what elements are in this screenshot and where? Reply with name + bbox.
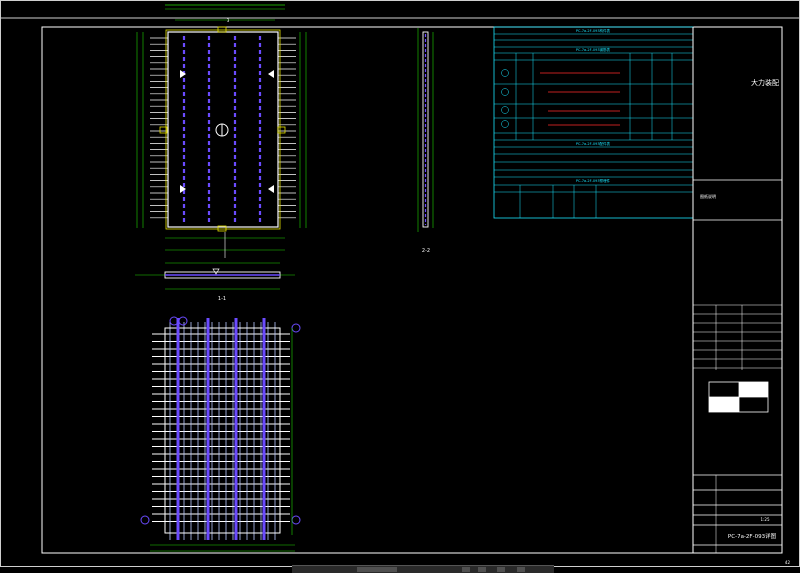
status-icon[interactable] — [462, 567, 470, 572]
sheet-number: 42 — [785, 560, 791, 565]
scale-label: 1:25 — [761, 517, 770, 522]
project-label: 大力装配 — [751, 78, 779, 87]
reinforcement-view — [140, 316, 301, 552]
status-icon[interactable] — [517, 567, 525, 572]
section-1-1: 1-1 — [135, 262, 295, 302]
table1-title: PC-7a-2F-093构件表 — [576, 28, 611, 33]
section-2-2-label: 2-2 — [422, 248, 430, 254]
title-block: 大力装配 图纸说明 1:25 PC-7a-2F-093详图 42 — [692, 27, 791, 565]
status-icon[interactable] — [497, 567, 505, 572]
table3-title: PC-7a-2F-093配件表 — [576, 141, 611, 146]
status-tab[interactable] — [357, 567, 397, 572]
note-label: 图纸说明 — [700, 193, 716, 199]
section-1-1-label: 1-1 — [218, 296, 226, 302]
section-2-2: 2-2 — [417, 28, 434, 254]
cad-drawing-canvas[interactable]: 3 1-1 2-2 PC-7a-2F-093构件表 PC-7a-2F-093钢筋… — [0, 0, 800, 572]
table2-title: PC-7a-2F-093钢筋表 — [576, 47, 611, 52]
svg-text:3: 3 — [227, 18, 230, 23]
drawing-name: PC-7a-2F-093详图 — [728, 532, 777, 540]
table4-title: PC-7a-2F-093预埋件 — [576, 178, 611, 183]
component-tables: PC-7a-2F-093构件表 PC-7a-2F-093钢筋表 PC-7a-2F… — [493, 26, 694, 219]
plan-view: 3 — [136, 4, 307, 258]
status-icon[interactable] — [478, 567, 486, 572]
outer-frame — [0, 0, 800, 567]
